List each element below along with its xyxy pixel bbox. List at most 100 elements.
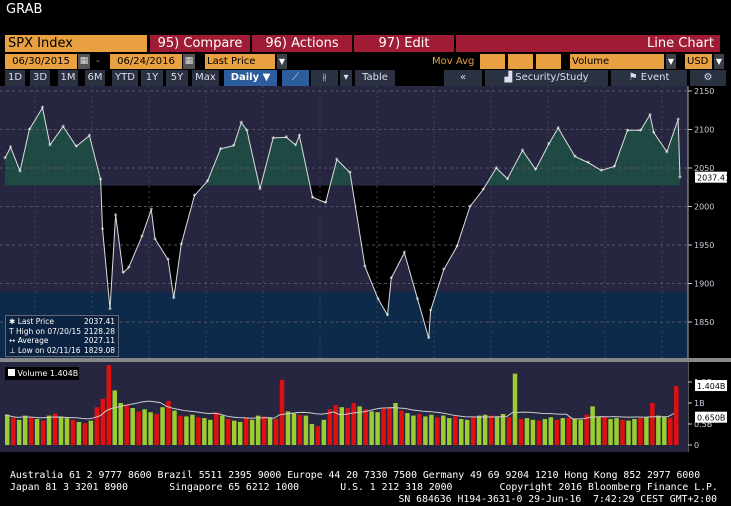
volume-bar	[626, 420, 631, 445]
edit-button[interactable]: 97) Edit	[354, 35, 454, 52]
price-marker: *	[48, 142, 52, 150]
end-date-input[interactable]: 06/24/2016	[110, 54, 182, 69]
volume-bar	[644, 417, 649, 445]
price-marker: *	[150, 207, 154, 215]
price-marker: *	[28, 127, 32, 135]
price-marker: *	[108, 306, 112, 314]
volume-bar	[76, 421, 82, 445]
price-marker: *	[547, 141, 551, 149]
price-marker: *	[88, 133, 92, 141]
calendar-icon[interactable]: ▦	[78, 54, 90, 69]
start-date-input[interactable]: 06/30/2015	[5, 54, 77, 69]
volume-bar	[285, 411, 291, 445]
period-button-1m[interactable]: 1M	[58, 70, 78, 86]
volume-bar	[118, 403, 123, 445]
security-field[interactable]: SPX Index	[5, 35, 147, 52]
price-marker: *	[678, 175, 682, 183]
chart-type-label: Line Chart	[456, 35, 720, 52]
settings-icon[interactable]: ⚙	[690, 70, 726, 86]
price-marker: *	[665, 149, 669, 157]
volume-bar	[375, 412, 380, 445]
volume-select[interactable]: Volume	[570, 54, 664, 69]
price-marker: *	[455, 244, 459, 252]
mov-avg-input-1[interactable]	[480, 54, 505, 69]
volume-bar	[650, 403, 655, 445]
mov-avg-input-3[interactable]	[536, 54, 561, 69]
price-volume-chart: 2150210020502000195019001850JulAugSepOct…	[0, 86, 731, 452]
price-marker: *	[121, 270, 125, 278]
price-marker: *	[294, 142, 298, 150]
field-select[interactable]: Last Price	[205, 54, 275, 69]
dropdown-arrow-icon[interactable]: ▾	[340, 70, 352, 86]
currency-select[interactable]: USD	[685, 54, 712, 69]
volume-bar	[333, 405, 339, 445]
volume-tick-label: 1B	[694, 399, 705, 408]
volume-bar	[142, 409, 147, 445]
actions-button[interactable]: 96) Actions	[252, 35, 352, 52]
volume-bar	[34, 418, 40, 445]
legend-icon: ↔	[9, 336, 16, 345]
volume-bar	[261, 416, 267, 445]
legend-row: ⊥ Low on 02/11/16 1829.08	[9, 346, 115, 356]
price-marker: *	[75, 143, 79, 151]
y-tick-label: 1850	[694, 318, 714, 327]
volume-bar	[429, 414, 434, 445]
y-tick-label: 2000	[694, 203, 714, 212]
line-chart-icon[interactable]: ⟋	[282, 70, 309, 86]
collapse-button[interactable]: «	[444, 70, 482, 86]
volume-bar	[656, 415, 661, 445]
frequency-select[interactable]: Daily ▼	[224, 70, 277, 86]
dropdown-arrow-icon[interactable]: ▼	[666, 54, 676, 69]
volume-bar	[554, 419, 560, 445]
price-marker: *	[495, 165, 499, 173]
legend-row: ✱ Last Price 2037.41	[9, 317, 115, 327]
price-marker: *	[258, 186, 262, 194]
volume-bar	[190, 414, 195, 445]
volume-bar	[172, 410, 177, 445]
price-marker: *	[232, 143, 236, 151]
calendar-icon[interactable]: ▦	[183, 54, 195, 69]
price-marker: *	[416, 296, 420, 304]
volume-bar	[506, 417, 512, 445]
volume-bar	[82, 423, 88, 445]
price-marker: *	[99, 177, 103, 185]
window-title: GRAB	[6, 2, 43, 17]
y-tick-label: 2050	[694, 164, 714, 173]
volume-bar	[596, 416, 601, 445]
mov-avg-input-2[interactable]	[508, 54, 533, 69]
period-button-1d[interactable]: 1D	[5, 70, 25, 86]
period-button-5y[interactable]: 5Y	[166, 70, 188, 86]
price-marker: *	[648, 112, 652, 120]
price-marker: *	[324, 200, 328, 208]
price-marker: *	[429, 307, 433, 315]
volume-bar	[464, 419, 470, 445]
period-button-ytd[interactable]: YTD	[112, 70, 138, 86]
period-button-3d[interactable]: 3D	[30, 70, 50, 86]
price-marker: *	[245, 127, 249, 135]
volume-bar	[226, 418, 231, 445]
volume-bar	[273, 418, 279, 445]
price-marker: *	[298, 133, 302, 141]
volume-bar	[351, 403, 356, 445]
bar-chart-icon[interactable]: ⫲	[311, 70, 338, 86]
price-marker: *	[468, 204, 472, 212]
price-marker: *	[534, 167, 538, 175]
study-icon: ▟	[504, 72, 516, 83]
period-button-max[interactable]: Max	[192, 70, 219, 86]
compare-button[interactable]: 95) Compare	[150, 35, 250, 52]
volume-bar	[411, 415, 416, 445]
volume-bar	[178, 415, 183, 445]
period-button-6m[interactable]: 6M	[85, 70, 105, 86]
table-button[interactable]: Table	[355, 70, 395, 86]
price-marker: *	[390, 275, 394, 283]
y-tick-label: 2100	[694, 126, 714, 135]
legend-label: Average	[17, 336, 49, 345]
event-button[interactable]: ⚑ Event	[611, 70, 687, 86]
period-button-1y[interactable]: 1Y	[141, 70, 163, 86]
dropdown-arrow-icon[interactable]: ▼	[714, 54, 724, 69]
volume-bar	[548, 417, 554, 445]
event-label: Event	[640, 72, 670, 83]
price-marker: *	[481, 187, 485, 195]
security-study-button[interactable]: ▟ Security/Study	[485, 70, 608, 86]
dropdown-arrow-icon[interactable]: ▼	[277, 54, 287, 69]
